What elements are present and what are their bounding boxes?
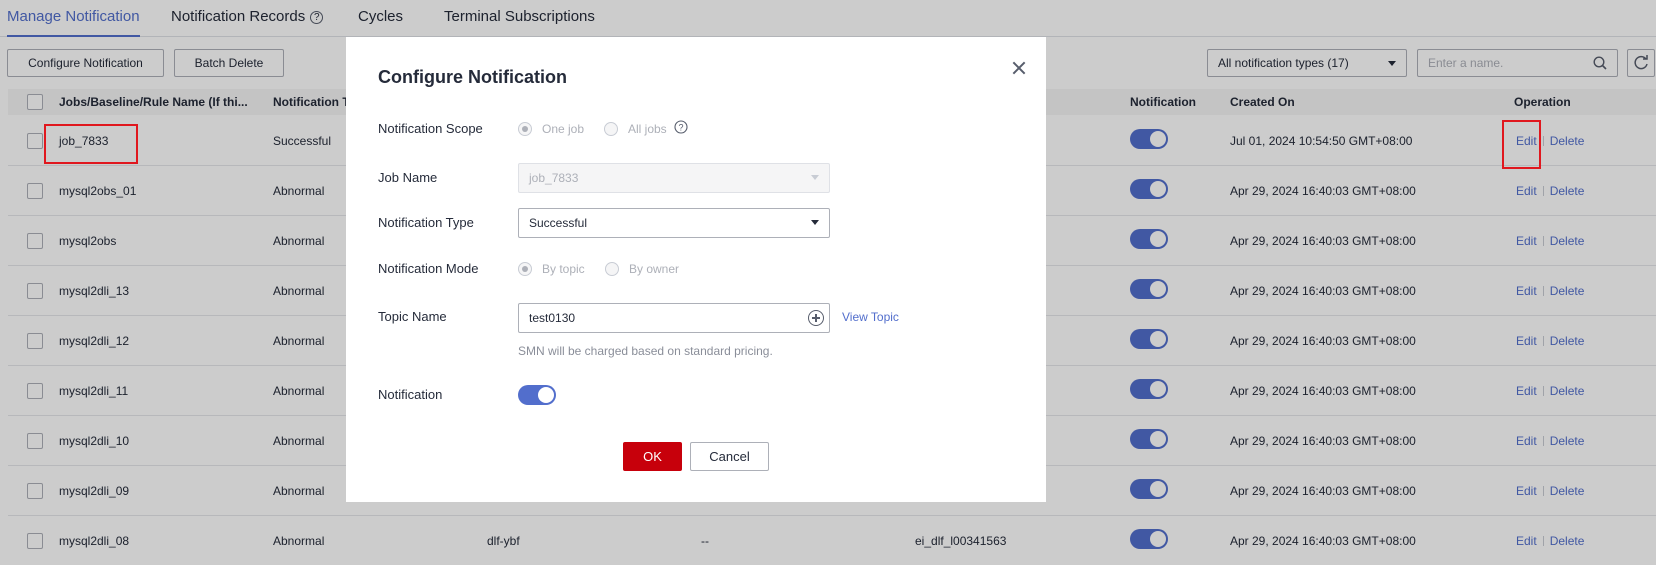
highlight-box <box>1502 120 1541 169</box>
mode-label: Notification Mode <box>378 261 479 276</box>
topic-name-input[interactable]: test0130 <box>518 303 830 333</box>
scope-all-jobs-radio[interactable] <box>604 122 618 136</box>
scope-label: Notification Scope <box>378 121 483 136</box>
job-name-select: job_7833 <box>518 163 830 193</box>
chevron-down-icon <box>811 220 819 225</box>
type-label: Notification Type <box>378 215 474 230</box>
view-topic-link[interactable]: View Topic <box>842 310 899 324</box>
scope-one-job-text: One job <box>542 122 585 136</box>
notification-label: Notification <box>378 387 443 402</box>
cancel-button[interactable]: Cancel <box>690 442 769 471</box>
job-name-value: job_7833 <box>529 171 579 185</box>
scope-one-job-radio[interactable] <box>518 122 532 136</box>
dialog-title: Configure Notification <box>378 67 567 87</box>
help-icon[interactable]: ? <box>674 120 688 134</box>
svg-text:?: ? <box>678 123 683 133</box>
mode-by-topic-radio[interactable] <box>518 262 532 276</box>
topic-value: test0130 <box>529 311 576 325</box>
close-icon[interactable] <box>1012 61 1026 75</box>
topic-label: Topic Name <box>378 309 447 324</box>
configure-notification-dialog: Configure Notification Notification Scop… <box>346 37 1046 502</box>
notification-switch[interactable] <box>518 385 556 405</box>
ok-button[interactable]: OK <box>623 442 682 471</box>
type-value: Successful <box>529 216 588 230</box>
chevron-down-icon <box>811 175 819 180</box>
pricing-note: SMN will be charged based on standard pr… <box>518 344 773 358</box>
mode-by-owner-text: By owner <box>629 262 680 276</box>
job-name-label: Job Name <box>378 170 438 185</box>
scope-all-jobs-text: All jobs <box>628 122 667 136</box>
add-circle-icon[interactable] <box>808 310 824 326</box>
mode-by-owner-radio[interactable] <box>605 262 619 276</box>
highlight-box <box>44 124 138 164</box>
notification-type-select[interactable]: Successful <box>518 208 830 238</box>
mode-by-topic-text: By topic <box>542 262 585 276</box>
